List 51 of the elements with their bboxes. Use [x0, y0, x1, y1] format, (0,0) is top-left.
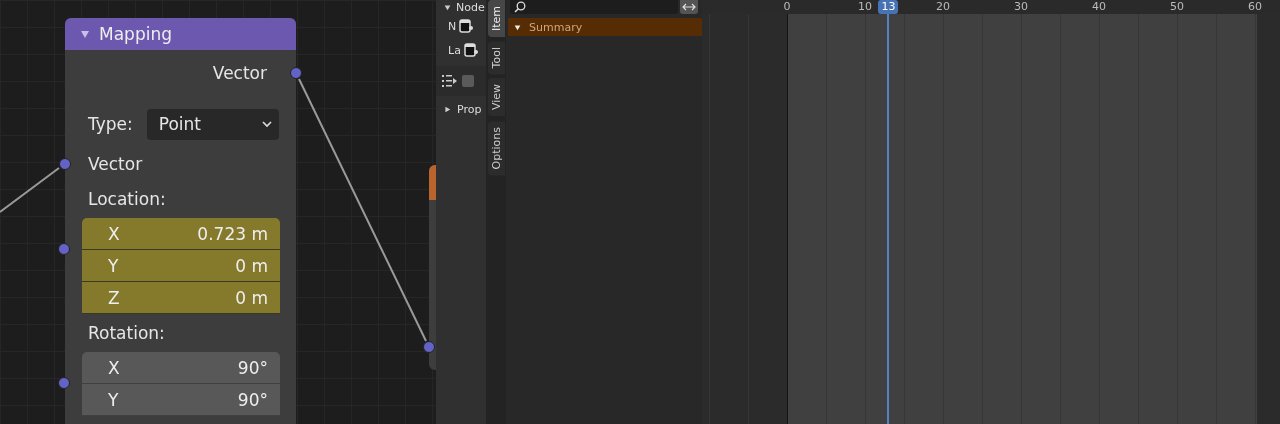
node-icon[interactable] [463, 43, 478, 57]
panel-title: Node [456, 0, 485, 14]
list-icon[interactable] [442, 75, 458, 87]
panel-title: Prop [457, 102, 482, 116]
frame-number: 40 [1092, 0, 1106, 14]
section-label: Location: [88, 189, 166, 209]
section-label: Rotation: [88, 323, 165, 343]
node-title: Mapping [99, 24, 172, 44]
socket-label: Vector [88, 154, 143, 174]
number-field[interactable]: X 0.723 m [82, 218, 280, 250]
frame-number: 20 [936, 0, 950, 14]
type-dropdown[interactable]: Point [146, 108, 279, 140]
frame-number: 30 [1014, 0, 1028, 14]
sidebar-tab[interactable]: Options [487, 120, 505, 175]
socket-label: Vector [212, 63, 267, 83]
channel-label: Summary [529, 20, 583, 34]
subpanel-header[interactable]: Prop [436, 96, 486, 122]
search-field[interactable] [510, 0, 678, 14]
chevron-down-icon [260, 120, 273, 128]
input-socket[interactable] [58, 243, 70, 255]
sidebar-tab[interactable]: Item [487, 0, 505, 38]
output-socket[interactable] [290, 67, 302, 79]
expanded-triangle-icon[interactable] [514, 23, 521, 31]
number-field[interactable]: X 90° [82, 352, 280, 384]
sidebar-tab[interactable]: Tool [487, 41, 505, 75]
field-label: La [448, 43, 461, 57]
checkbox[interactable] [462, 75, 474, 87]
input-socket[interactable] [58, 377, 70, 389]
frame-number: 0 [783, 0, 791, 14]
node-link [0, 167, 60, 213]
frame-number: 60 [1248, 0, 1262, 14]
panel-header[interactable]: Node [436, 0, 486, 14]
swap-button[interactable] [680, 0, 698, 14]
channel-row[interactable]: Summary [508, 18, 702, 36]
number-field[interactable]: Y 0 m [82, 250, 280, 282]
double-arrow-icon [682, 3, 696, 11]
input-socket[interactable] [59, 158, 71, 170]
frame-number: 10 [858, 0, 872, 14]
expanded-triangle-icon[interactable] [444, 3, 451, 11]
field-label: N [448, 19, 457, 33]
input-socket[interactable] [423, 341, 435, 353]
number-field[interactable]: Y 90° [82, 384, 280, 416]
node-icon[interactable] [459, 19, 474, 33]
sidebar-tab[interactable]: View [487, 78, 505, 117]
frame-number: 50 [1170, 0, 1184, 14]
current-frame-indicator[interactable]: 13 [878, 0, 899, 14]
collapsed-triangle-icon[interactable] [444, 105, 451, 113]
field-label: Type: [88, 114, 133, 134]
number-field[interactable]: Z 0 m [82, 282, 280, 314]
search-icon [514, 1, 526, 13]
node-title-bar[interactable]: Mapping [65, 18, 296, 50]
